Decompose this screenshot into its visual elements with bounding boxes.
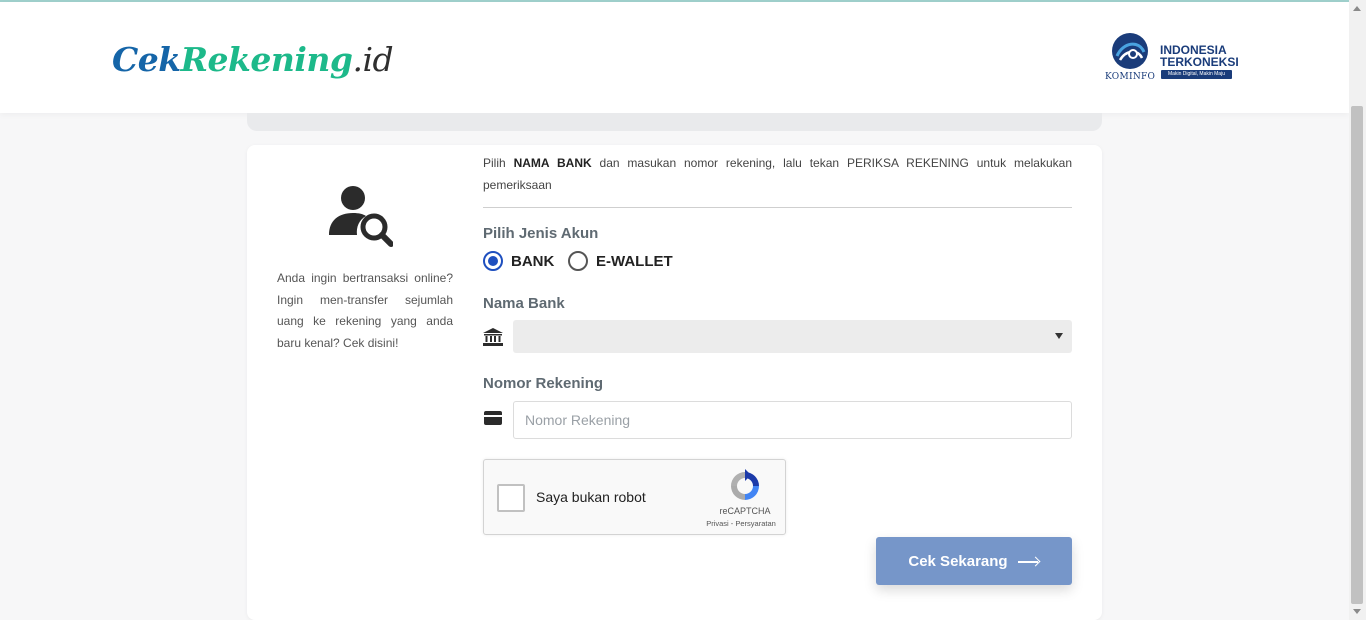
instruction-bold: NAMA BANK	[513, 156, 592, 170]
logo-part-rekening: Rekening	[180, 40, 353, 79]
instruction-text: Pilih NAMA BANK dan masukan nomor rekeni…	[483, 153, 1072, 196]
bank-select[interactable]	[513, 320, 1072, 353]
kominfo-emblem-icon	[1112, 33, 1148, 69]
instruction-pre: Pilih	[483, 156, 514, 170]
scroll-down-icon[interactable]	[1353, 609, 1361, 614]
dropdown-caret-icon	[1055, 333, 1063, 339]
check-now-button[interactable]: Cek Sekarang	[876, 537, 1072, 585]
recaptcha-checkbox[interactable]	[497, 484, 525, 512]
radio-ewallet-label[interactable]: E-WALLET	[596, 253, 673, 270]
site-header: CekRekening.id KOMINFO INDONESIA TERKONE…	[0, 2, 1349, 113]
page-scrollbar[interactable]	[1349, 0, 1366, 620]
radio-bank-label[interactable]: BANK	[511, 253, 554, 270]
radio-ewallet[interactable]: E-WALLET	[568, 251, 673, 271]
recaptcha-links[interactable]: Privasi - Persyaratan	[694, 519, 788, 528]
kominfo-logo: KOMINFO INDONESIA TERKONEKSI Makin Digit…	[1105, 32, 1239, 88]
site-logo[interactable]: CekRekening.id	[112, 40, 394, 79]
scrollbar-thumb[interactable]	[1351, 106, 1363, 604]
logo-part-cek: Cek	[112, 40, 181, 79]
credit-card-icon	[484, 411, 502, 425]
radio-bank[interactable]: BANK	[483, 251, 554, 271]
account-number-label: Nomor Rekening	[483, 375, 604, 392]
kominfo-line2: TERKONEKSI	[1160, 55, 1239, 69]
account-type-label: Pilih Jenis Akun	[483, 225, 599, 242]
check-now-label: Cek Sekarang	[908, 552, 1008, 570]
scroll-up-icon[interactable]	[1353, 6, 1361, 11]
bank-building-icon	[483, 328, 503, 346]
arrow-right-icon	[1017, 556, 1040, 566]
account-number-input[interactable]	[513, 401, 1072, 439]
recaptcha-logo-icon	[731, 469, 759, 500]
kominfo-label: KOMINFO	[1105, 72, 1156, 82]
recaptcha-label: Saya bukan robot	[536, 489, 646, 505]
radio-ewallet-circle[interactable]	[568, 251, 588, 271]
bank-name-label: Nama Bank	[483, 295, 565, 312]
logo-part-domain: .id	[352, 40, 394, 79]
header-band	[247, 113, 1102, 131]
instruction-divider	[483, 207, 1072, 208]
intro-text: Anda ingin bertransaksi online? Ingin me…	[277, 271, 453, 350]
user-search-icon	[329, 186, 393, 247]
radio-bank-circle[interactable]	[483, 251, 503, 271]
recaptcha-brand: reCAPTCHA	[719, 506, 771, 516]
kominfo-tagline: Makin Digital, Makin Maju	[1161, 70, 1232, 79]
recaptcha-widget: Saya bukan robot reCAPTCHA Privasi - Per…	[483, 459, 786, 535]
